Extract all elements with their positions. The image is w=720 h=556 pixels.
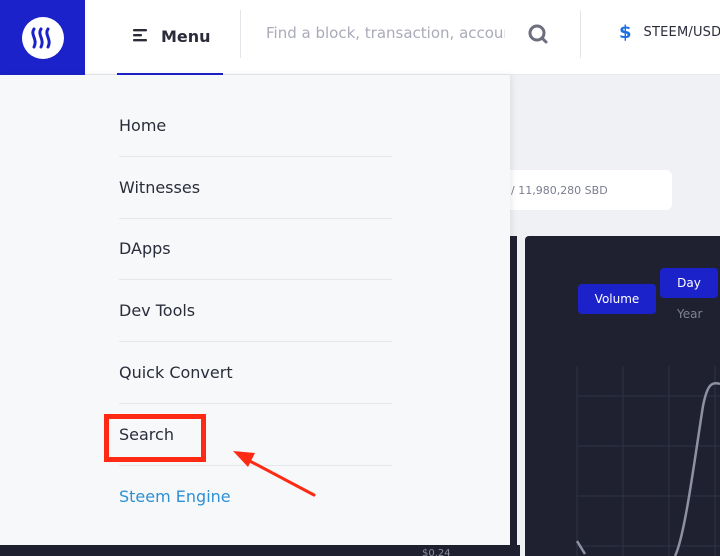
dollar-icon: $ (619, 22, 632, 43)
menu-dropdown: Home Witnesses DApps Dev Tools Quick Con… (0, 75, 510, 545)
menu-item-dapps[interactable]: DApps (119, 219, 392, 281)
supply-info: / 11,980,280 SBD (498, 170, 672, 210)
volume-button[interactable]: Volume (578, 284, 656, 314)
hamburger-menu-icon (133, 27, 149, 46)
top-navigation-bar: Menu $ STEEM/USD (0, 0, 720, 75)
menu-item-steem-engine[interactable]: Steem Engine (119, 466, 392, 528)
divider (240, 10, 241, 58)
axis-tick-label: $0.24 (422, 548, 451, 556)
menu-button-label: Menu (161, 27, 211, 46)
price-chart-panel: Volume Day Year (525, 236, 720, 556)
price-pair-label: STEEM/USD (643, 25, 720, 40)
menu-list: Home Witnesses DApps Dev Tools Quick Con… (119, 95, 392, 528)
menu-item-quick-convert[interactable]: Quick Convert (119, 342, 392, 404)
year-button[interactable]: Year (677, 307, 702, 321)
day-button[interactable]: Day (660, 268, 718, 298)
price-line (575, 382, 720, 556)
search-input[interactable] (255, 14, 505, 52)
menu-item-dev-tools[interactable]: Dev Tools (119, 280, 392, 343)
menu-item-home[interactable]: Home (119, 95, 392, 157)
steem-logo-icon (21, 16, 64, 59)
home-logo[interactable] (0, 0, 85, 75)
menu-item-witnesses[interactable]: Witnesses (119, 157, 392, 219)
supply-text: / 11,980,280 SBD (511, 183, 608, 197)
menu-button[interactable]: Menu (117, 0, 223, 75)
search-icon[interactable] (527, 23, 549, 45)
divider (580, 10, 581, 58)
annotation-highlight-box (104, 414, 206, 462)
price-ticker[interactable]: $ STEEM/USD (619, 22, 720, 43)
chart-grid (576, 366, 720, 556)
